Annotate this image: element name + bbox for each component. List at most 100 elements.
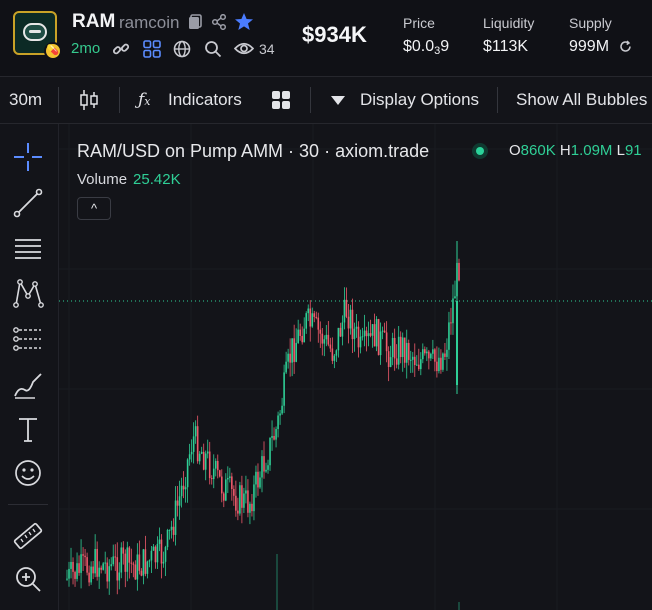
candle-body	[409, 359, 412, 361]
candle-body	[283, 372, 285, 406]
candle-body	[434, 349, 436, 362]
candle-body	[295, 342, 297, 362]
candle-body	[450, 322, 452, 324]
candlestick-chart[interactable]	[59, 124, 652, 610]
candle-body	[381, 330, 384, 332]
indicators-button[interactable]: Indicators	[168, 90, 242, 110]
candle-body	[444, 353, 446, 357]
candle-body	[249, 503, 251, 513]
candle-body	[357, 326, 360, 348]
liquidity-label: Liquidity	[483, 15, 535, 31]
candle-body	[337, 327, 340, 351]
refresh-icon[interactable]	[619, 40, 632, 53]
link-icon[interactable]	[112, 40, 130, 58]
candle-body	[377, 319, 380, 356]
candle-body	[96, 548, 98, 577]
candle-body	[255, 471, 257, 485]
share-icon[interactable]	[211, 14, 227, 30]
candle-body	[273, 435, 275, 440]
candle-body	[82, 554, 84, 556]
candle-body	[80, 554, 82, 573]
candle-body	[144, 549, 147, 574]
copy-icon[interactable]	[188, 14, 202, 30]
candle-body	[142, 549, 145, 576]
zoom-in-icon[interactable]	[11, 562, 45, 596]
candle-body	[136, 554, 139, 580]
candle-body	[140, 570, 143, 576]
candle-body	[407, 342, 410, 360]
candle-body	[180, 485, 183, 497]
candle-body	[321, 333, 324, 344]
fib-icon[interactable]	[11, 232, 45, 266]
text-icon[interactable]	[11, 412, 45, 446]
candle-body	[393, 337, 396, 359]
candle-body	[94, 548, 96, 574]
candle-body	[351, 309, 354, 340]
candle-body	[399, 336, 402, 358]
candle-body	[383, 330, 386, 333]
candle-body	[285, 361, 287, 373]
candle-body	[122, 547, 125, 554]
star-icon[interactable]	[234, 12, 254, 31]
candle-body	[120, 547, 123, 573]
candle-body	[251, 503, 253, 512]
candle-body	[420, 359, 422, 370]
candle-body	[118, 572, 121, 581]
candle-body	[379, 331, 382, 356]
candle-body	[311, 313, 314, 327]
candle-body	[287, 353, 289, 362]
candle-body	[190, 451, 193, 455]
projection-icon[interactable]	[11, 322, 45, 356]
candle-body	[156, 543, 159, 563]
show-bubbles-button[interactable]: Show All Bubbles	[516, 90, 647, 110]
candle-body	[208, 451, 211, 479]
brush-icon[interactable]	[11, 368, 45, 402]
layout-icon[interactable]	[271, 90, 291, 110]
candle-body	[339, 327, 342, 337]
trend-line-icon[interactable]	[11, 186, 45, 220]
fx-icon[interactable]: ƒx	[138, 90, 151, 110]
candle-body	[291, 338, 293, 363]
divider	[310, 87, 311, 113]
globe-icon[interactable]	[173, 40, 191, 58]
candle-body	[106, 562, 109, 582]
candle-body	[116, 557, 119, 581]
candle-body	[401, 337, 404, 358]
supply-value: 999M	[569, 38, 610, 55]
eye-icon	[234, 42, 254, 55]
candle-body	[150, 550, 153, 561]
candle-body	[442, 353, 444, 370]
chart-toolbar: 30m ƒx Indicators Display Options Show A…	[0, 77, 652, 124]
collapse-legend-button[interactable]: ^	[77, 197, 111, 220]
candle-body	[333, 355, 336, 361]
candle-body	[315, 316, 318, 318]
candle-body	[182, 485, 185, 490]
candle-body	[126, 547, 129, 572]
candle-body	[259, 477, 261, 488]
candle-body	[110, 564, 113, 567]
candle-body	[90, 566, 92, 583]
candle-body	[188, 454, 191, 460]
candle-body	[108, 566, 111, 582]
crosshair-icon[interactable]	[11, 140, 45, 174]
price-chart[interactable]	[59, 124, 652, 610]
candle-body	[239, 485, 241, 514]
display-options-button[interactable]: Display Options	[360, 90, 479, 110]
candle-body	[335, 350, 338, 356]
interval-selector[interactable]: 30m	[9, 90, 42, 110]
candle-body	[359, 336, 362, 348]
candles-icon[interactable]	[79, 88, 99, 112]
candle-body	[424, 349, 426, 354]
search-icon[interactable]	[204, 40, 222, 58]
candle-body	[387, 351, 390, 367]
holders-icon[interactable]	[143, 40, 161, 58]
candle-body	[72, 561, 74, 572]
emoji-icon[interactable]	[11, 456, 45, 490]
caret-down-icon[interactable]	[331, 96, 345, 105]
candle-body	[422, 349, 424, 360]
candle-body	[154, 546, 157, 563]
candle-body	[275, 429, 277, 440]
candle-body	[76, 563, 78, 579]
ruler-icon[interactable]	[11, 519, 45, 553]
pattern-icon[interactable]	[11, 276, 45, 310]
